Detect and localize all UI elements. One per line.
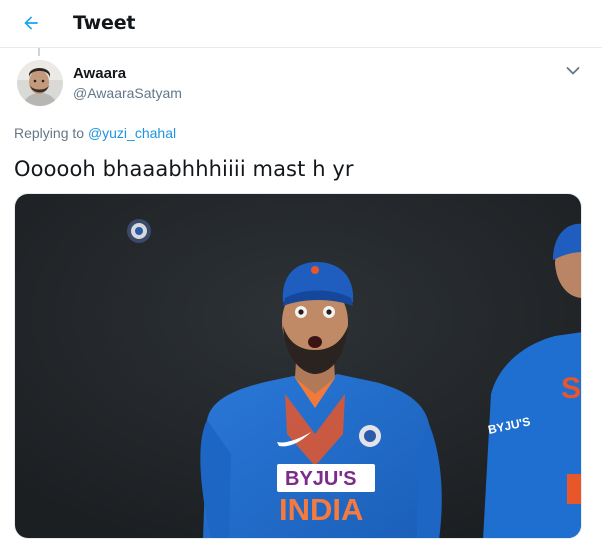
partial-jersey-letters: SH <box>561 372 582 405</box>
arrow-left-icon <box>24 16 38 30</box>
cricket-photo: BYJU'S INDIA BYJU'S SH <box>15 194 582 538</box>
author-handle[interactable]: @AwaaraSatyam <box>73 85 182 101</box>
jersey-sponsor-text: BYJU'S <box>285 468 356 490</box>
page-header: Tweet <box>0 0 602 48</box>
tweet-options-button[interactable] <box>562 62 584 80</box>
replying-prefix: Replying to <box>14 125 85 141</box>
team-logo-icon <box>127 219 151 243</box>
jersey-country-text: INDIA <box>279 492 363 527</box>
avatar-image <box>17 60 63 106</box>
avatar[interactable] <box>17 60 63 106</box>
page-title: Tweet <box>73 12 136 34</box>
replying-to-link[interactable]: @yuzi_chahal <box>88 125 176 141</box>
tweet-text: Oooooh bhaaabhhhiiii mast h yr <box>14 157 354 181</box>
thread-connector-line <box>38 48 40 56</box>
replying-to-line: Replying to @yuzi_chahal <box>14 125 176 141</box>
tweet-media-image[interactable]: BYJU'S INDIA BYJU'S SH <box>14 193 582 539</box>
back-button[interactable] <box>14 6 48 40</box>
chevron-down-icon <box>566 67 580 75</box>
author-display-name[interactable]: Awaara <box>73 65 126 82</box>
